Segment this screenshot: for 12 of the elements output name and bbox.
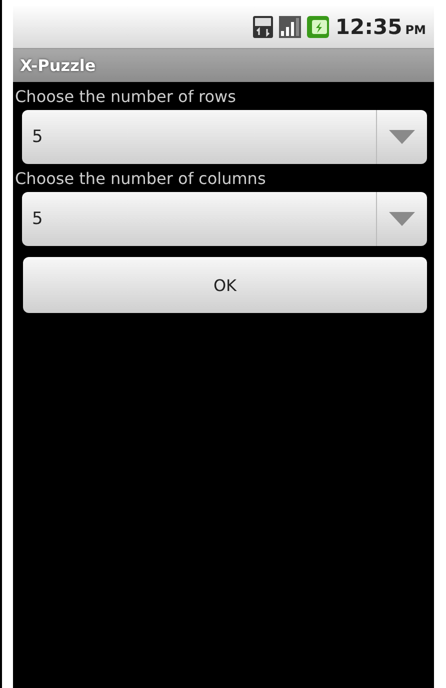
app-title: X-Puzzle <box>20 56 96 75</box>
ok-button[interactable]: OK <box>23 257 427 313</box>
dropdown-arrow-icon <box>389 130 415 144</box>
clock-time: 12:35 <box>335 15 402 39</box>
clock-ampm: PM <box>405 23 426 37</box>
signal-icon <box>279 16 302 38</box>
dropdown-spinner[interactable]: 5 <box>22 192 427 246</box>
spinner-label: Choose the number of rows <box>14 86 236 106</box>
dropdown-spinner[interactable]: 5 <box>22 110 427 164</box>
dropdown-arrow-icon <box>389 212 415 226</box>
battery-charging-icon <box>307 16 330 38</box>
spinner-label: Choose the number of columns <box>14 168 266 188</box>
